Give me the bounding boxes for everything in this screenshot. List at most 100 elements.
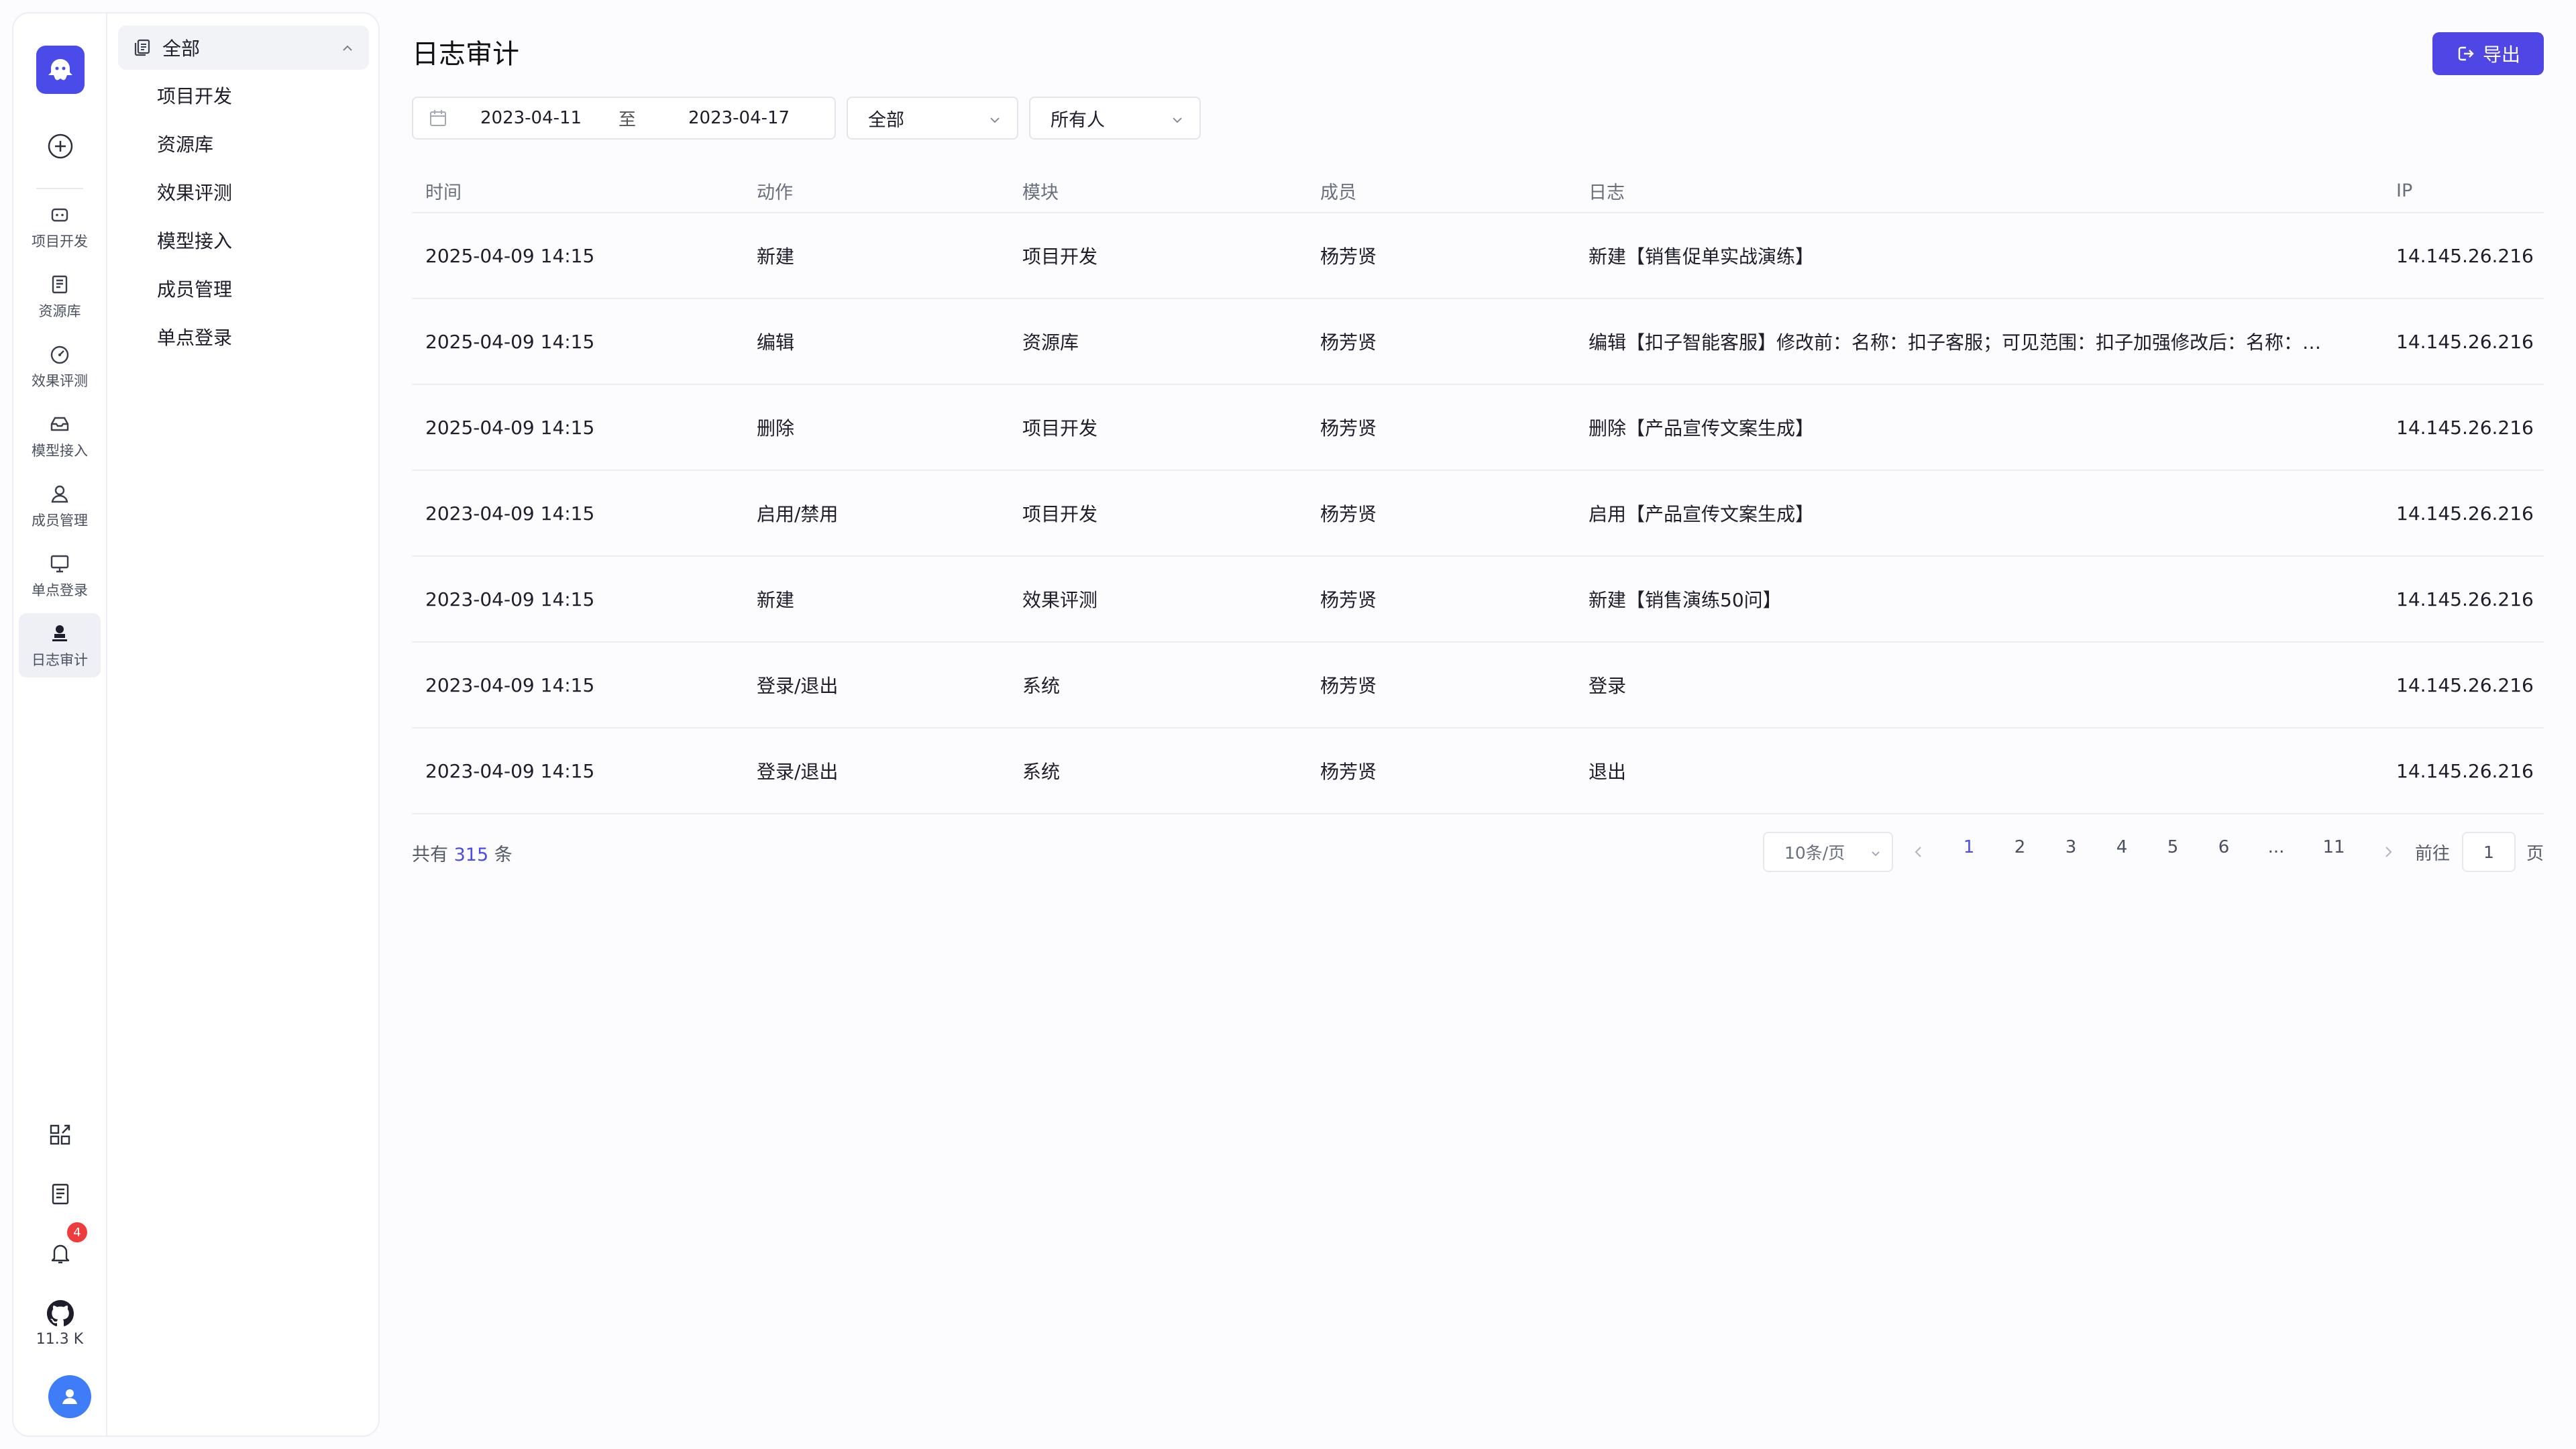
notifications-button[interactable]	[46, 1238, 75, 1268]
page-button[interactable]: 1	[1952, 837, 1986, 857]
rail-item-audit-log[interactable]: 日志审计	[19, 613, 101, 678]
audit-log-icon	[48, 621, 72, 645]
header-log: 日志	[1589, 182, 1625, 203]
cell-log: 新建【销售促单实战演练】	[1589, 213, 2353, 298]
cell-time: 2025-04-09 14:15	[425, 244, 595, 267]
docs-button[interactable]	[46, 1179, 75, 1209]
apps-button[interactable]	[46, 1120, 75, 1150]
logo-icon	[48, 59, 72, 80]
page-button[interactable]: 2	[2003, 837, 2037, 857]
cell-log-text: 启用【产品宣传文案生成】	[1589, 503, 1815, 525]
cell-member: 杨芳贤	[1320, 331, 1377, 354]
chevron-right-icon	[2385, 847, 2392, 857]
github-button[interactable]	[46, 1299, 75, 1328]
chevron-up-icon	[343, 45, 352, 51]
sso-monitor-icon	[48, 551, 72, 576]
chevron-down-icon	[1872, 851, 1880, 857]
cell-member: 杨芳贤	[1320, 761, 1377, 783]
chevron-down-icon	[1173, 117, 1182, 123]
cell-ip: 14.145.26.216	[2396, 244, 2534, 267]
create-button[interactable]	[46, 131, 75, 161]
cell-member: 杨芳贤	[1320, 503, 1377, 525]
prev-page-button[interactable]	[1905, 839, 1932, 865]
subnav-item-model-access[interactable]: 模型接入	[157, 228, 232, 255]
cell-log: 登录	[1589, 643, 2353, 727]
bell-icon	[51, 1244, 70, 1264]
page-button[interactable]: 6	[2207, 837, 2241, 857]
subnav-item-sso[interactable]: 单点登录	[157, 325, 232, 352]
plus-circle-icon	[48, 133, 73, 159]
date-separator: 至	[619, 109, 637, 130]
goto-suffix: 页	[2526, 844, 2544, 864]
project-dev-icon	[48, 203, 72, 227]
module-select[interactable]: 全部	[847, 97, 1018, 140]
cell-log-text: 退出	[1589, 761, 1627, 783]
model-access-icon	[48, 412, 72, 436]
export-button[interactable]: 导出	[2432, 32, 2544, 75]
total-count: 共有 315 条	[412, 840, 513, 866]
rail-item-model-access[interactable]: 模型接入	[19, 404, 101, 468]
cell-log: 编辑【扣子智能客服】修改前：名称：扣子客服；可见范围：扣子加强修改后：名称：…	[1589, 299, 2353, 384]
apps-grid-icon	[50, 1124, 70, 1145]
cell-ip: 14.145.26.216	[2396, 330, 2534, 353]
table-row: 2025-04-09 14:15 新建 项目开发 杨芳贤 新建【销售促单实战演练…	[412, 213, 2544, 299]
header-action: 动作	[757, 182, 793, 203]
goto-page-input[interactable]	[2462, 832, 2516, 872]
date-start[interactable]: 2023-04-11	[480, 108, 582, 128]
header-time: 时间	[425, 182, 462, 203]
rail-divider	[36, 188, 83, 189]
page-button[interactable]: 3	[2054, 837, 2088, 857]
page-size-select[interactable]: 10条/页	[1763, 832, 1893, 872]
rail-item-member[interactable]: 成员管理	[19, 474, 101, 538]
cell-action: 登录/退出	[757, 675, 839, 697]
table-header: 时间 动作 模块 成员 日志 IP	[412, 169, 2544, 213]
rail-item-sso[interactable]: 单点登录	[19, 543, 101, 608]
cell-module: 项目开发	[1022, 503, 1098, 525]
cell-member: 杨芳贤	[1320, 589, 1377, 611]
cell-member: 杨芳贤	[1320, 675, 1377, 697]
notification-badge: 4	[67, 1222, 87, 1242]
app-logo[interactable]	[36, 46, 85, 94]
subnav-item-project-dev[interactable]: 项目开发	[157, 83, 232, 110]
rail-item-label: 效果评测	[32, 373, 88, 389]
date-end[interactable]: 2023-04-17	[688, 108, 790, 128]
member-icon	[48, 482, 72, 506]
cell-module: 系统	[1022, 675, 1061, 697]
cell-action: 删除	[757, 417, 795, 439]
rail-item-label: 日志审计	[32, 652, 88, 668]
subnav-all-header[interactable]: 全部	[118, 25, 369, 70]
sub-navigation: 全部 项目开发 资源库 效果评测 模型接入 成员管理 单点登录	[109, 12, 378, 1437]
page-ellipsis[interactable]: ...	[2259, 837, 2293, 857]
table-row: 2023-04-09 14:15 新建 效果评测 杨芳贤 新建【销售演练50问】…	[412, 557, 2544, 643]
cell-log: 退出	[1589, 729, 2353, 813]
rail-item-resource-library[interactable]: 资源库	[19, 264, 101, 329]
page-button[interactable]: 5	[2156, 837, 2190, 857]
cell-ip: 14.145.26.216	[2396, 416, 2534, 439]
cell-log: 启用【产品宣传文案生成】	[1589, 471, 2353, 555]
cell-ip: 14.145.26.216	[2396, 588, 2534, 610]
date-range-picker[interactable]: 2023-04-11 至 2023-04-17	[412, 97, 836, 140]
resource-library-icon	[48, 272, 72, 297]
subnav-item-member[interactable]: 成员管理	[157, 276, 232, 303]
cell-action: 启用/禁用	[757, 503, 839, 525]
subnav-header-label: 全部	[162, 38, 201, 60]
cell-member: 杨芳贤	[1320, 417, 1377, 439]
cell-time: 2025-04-09 14:15	[425, 416, 595, 439]
rail-item-label: 成员管理	[32, 513, 88, 529]
header-ip: IP	[2396, 180, 2413, 201]
table-row: 2023-04-09 14:15 登录/退出 系统 杨芳贤 退出 14.145.…	[412, 729, 2544, 814]
cell-module: 项目开发	[1022, 246, 1098, 268]
page-button[interactable]: 4	[2105, 837, 2139, 857]
subnav-item-evaluation[interactable]: 效果评测	[157, 180, 232, 207]
rail-item-evaluation[interactable]: 效果评测	[19, 334, 101, 398]
cell-log: 删除【产品宣传文案生成】	[1589, 385, 2353, 470]
table-row: 2025-04-09 14:15 删除 项目开发 杨芳贤 删除【产品宣传文案生成…	[412, 385, 2544, 471]
user-avatar[interactable]	[48, 1375, 91, 1418]
subnav-item-resource-library[interactable]: 资源库	[157, 131, 213, 158]
rail-item-label: 项目开发	[32, 233, 88, 250]
page-button[interactable]: 11	[2317, 837, 2351, 857]
next-page-button[interactable]	[2375, 839, 2402, 865]
rail-item-project-dev[interactable]: 项目开发	[19, 195, 101, 259]
cell-time: 2023-04-09 14:15	[425, 588, 595, 610]
member-select[interactable]: 所有人	[1029, 97, 1201, 140]
